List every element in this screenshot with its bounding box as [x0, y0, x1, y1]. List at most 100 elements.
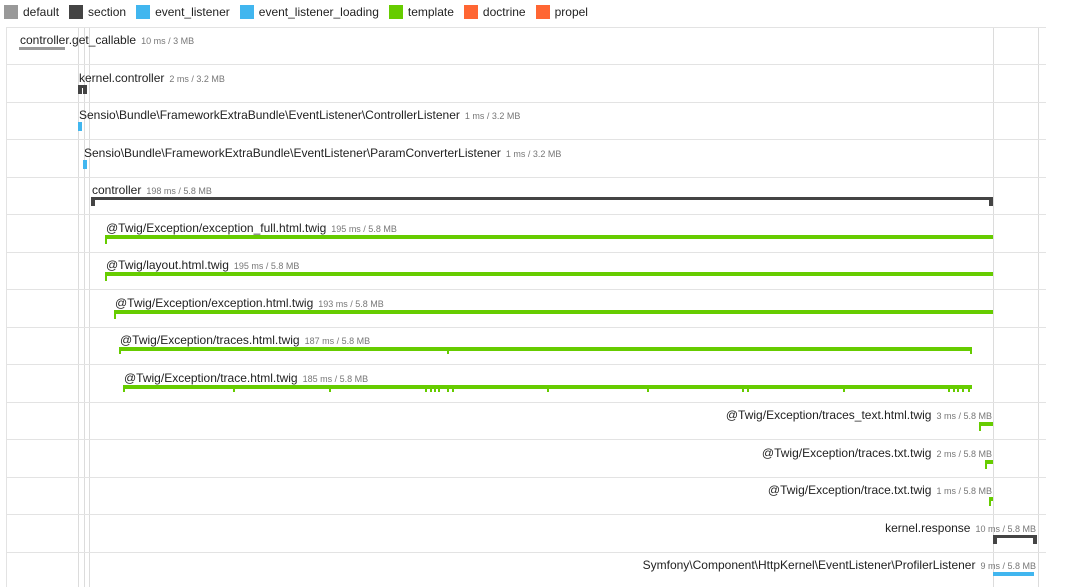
legend-swatch [535, 5, 550, 19]
event-label[interactable]: @Twig/Exception/traces_text.html.twig 3 m… [726, 408, 992, 422]
event-duration-memory: 198 ms / 5.8 MB [146, 186, 212, 196]
section-cap [91, 197, 95, 206]
legend-label: event_listener_loading [258, 5, 379, 19]
template-tick [123, 384, 125, 392]
legend: default section event_listener event_listen… [0, 0, 1066, 24]
timeline-row: Sensio\Bundle\FrameworkExtraBundle\Event… [7, 103, 1046, 140]
event-duration-memory: 2 ms / 5.8 MB [936, 448, 992, 459]
legend-label: section [88, 5, 127, 19]
template-tick [425, 384, 427, 392]
template-tick [114, 309, 116, 319]
timeline-row: @Twig/Exception/traces.txt.twig 2 ms / 5.… [7, 441, 1046, 478]
template-tick [447, 347, 449, 354]
template-tick [105, 272, 107, 281]
legend-item-event-listener-loading[interactable]: event_listener_loading [239, 5, 379, 19]
template-tick [447, 384, 449, 392]
template-tick [329, 384, 331, 392]
legend-label: doctrine [482, 5, 526, 19]
event-label[interactable]: @Twig/Exception/exception_full.html.twig… [106, 221, 397, 235]
event-label[interactable]: kernel.response 10 ms / 5.8 MB [885, 521, 1036, 535]
template-tick [948, 384, 950, 392]
event-bar-template[interactable] [114, 309, 993, 314]
legend-item-section[interactable]: section [69, 5, 126, 19]
legend-item-default[interactable]: default [4, 5, 59, 19]
legend-swatch [239, 5, 254, 19]
timeline-row: controller 198 ms / 5.8 MB [7, 178, 1046, 215]
template-tick [547, 384, 549, 392]
event-bar-template[interactable] [979, 422, 993, 426]
event-bar-template[interactable] [105, 272, 993, 276]
event-bar-template[interactable] [119, 347, 970, 351]
template-tick [438, 384, 440, 392]
event-bar-section[interactable] [993, 534, 1037, 538]
event-name: @Twig/Exception/exception_full.html.twig [106, 220, 327, 235]
timeline-row: @Twig/Exception/traces.html.twig 187 ms /… [7, 328, 1046, 365]
template-tick [968, 384, 970, 392]
event-duration-memory: 10 ms / 5.8 MB [975, 523, 1036, 534]
timeline-row: @Twig/layout.html.twig 195 ms / 5.8 MB [7, 253, 1046, 290]
event-duration-memory: 185 ms / 5.8 MB [302, 373, 369, 384]
event-name: kernel.response [885, 520, 971, 535]
timeline-row: kernel.response 10 ms / 5.8 MB [7, 516, 1046, 553]
event-label[interactable]: @Twig/Exception/exception.html.twig 193 m… [115, 296, 384, 310]
event-label[interactable]: @Twig/Exception/traces.html.twig 187 ms /… [120, 333, 370, 347]
section-cap [993, 534, 997, 544]
legend-item-event-listener[interactable]: event_listener [136, 5, 230, 19]
event-label[interactable]: @Twig/Exception/traces.txt.twig 2 ms / 5.… [762, 446, 992, 460]
event-bar-section[interactable] [91, 197, 993, 200]
event-label[interactable]: @Twig/Exception/trace.txt.twig 1 ms / 5.8… [768, 483, 992, 497]
event-bar-event-listener[interactable] [993, 572, 1034, 576]
event-label[interactable]: @Twig/layout.html.twig 195 ms / 5.8 MB [106, 258, 299, 272]
event-label[interactable]: @Twig/Exception/trace.html.twig 185 ms / … [124, 371, 368, 385]
event-bar-event-listener[interactable] [83, 159, 87, 169]
event-name: @Twig/Exception/trace.txt.twig [767, 483, 932, 497]
template-tick [647, 384, 649, 392]
legend-swatch [136, 5, 151, 19]
legend-swatch [4, 5, 18, 19]
event-label[interactable]: kernel.controller 2 ms / 3.2 MB [79, 71, 225, 85]
template-tick [985, 459, 987, 469]
event-label[interactable]: Sensio\Bundle\FrameworkExtraBundle\Event… [79, 108, 520, 122]
template-tick [119, 347, 121, 354]
timeline-row: Sensio\Bundle\FrameworkExtraBundle\Event… [7, 141, 1046, 178]
legend-label: default [23, 5, 60, 19]
event-name: @Twig/Exception/exception.html.twig [115, 295, 314, 310]
template-tick [747, 384, 749, 392]
event-label[interactable]: controller 198 ms / 5.8 MB [92, 183, 212, 197]
template-tick [434, 384, 436, 392]
section-cap [78, 84, 82, 94]
template-tick [105, 234, 107, 244]
event-duration-memory: 1 ms / 3.2 MB [505, 148, 562, 159]
event-name: Sensio\Bundle\FrameworkExtraBundle\Event… [84, 145, 501, 160]
template-tick [989, 497, 991, 506]
legend-item-template[interactable]: template [388, 5, 454, 19]
event-duration-memory: 3 ms / 5.8 MB [936, 411, 992, 421]
event-duration-memory: 193 ms / 5.8 MB [318, 298, 384, 309]
event-name: controller.get_callable [20, 33, 137, 47]
event-label[interactable]: controller.get_callable 10 ms / 3 MB [20, 33, 194, 47]
template-tick [843, 384, 845, 392]
legend-swatch [388, 5, 403, 19]
template-tick [233, 384, 235, 392]
template-tick [742, 384, 744, 392]
legend-item-doctrine[interactable]: doctrine [463, 5, 526, 19]
event-label[interactable]: Sensio\Bundle\FrameworkExtraBundle\Event… [84, 146, 561, 160]
section-cap [1033, 534, 1037, 544]
event-label[interactable]: Symfony\Component\HttpKernel\EventListen… [643, 558, 1036, 572]
section-cap [989, 197, 993, 206]
template-tick [957, 384, 959, 392]
event-name: @Twig/Exception/traces.html.twig [120, 333, 300, 347]
section-cap [83, 84, 87, 94]
timeline-row: @Twig/Exception/trace.html.twig 185 ms / … [7, 366, 1046, 403]
event-bar-event-listener[interactable] [78, 122, 82, 131]
event-name: @Twig/layout.html.twig [106, 258, 229, 272]
event-bar-default[interactable] [19, 47, 65, 50]
event-name: Symfony\Component\HttpKernel\EventListen… [642, 558, 976, 572]
template-tick [962, 384, 964, 392]
event-name: controller [92, 183, 142, 197]
legend-label: propel [554, 5, 588, 19]
event-name: @Twig/Exception/trace.html.twig [124, 370, 298, 385]
legend-item-propel[interactable]: propel [535, 5, 588, 19]
event-bar-template[interactable] [105, 234, 993, 239]
legend-swatch [69, 5, 84, 19]
